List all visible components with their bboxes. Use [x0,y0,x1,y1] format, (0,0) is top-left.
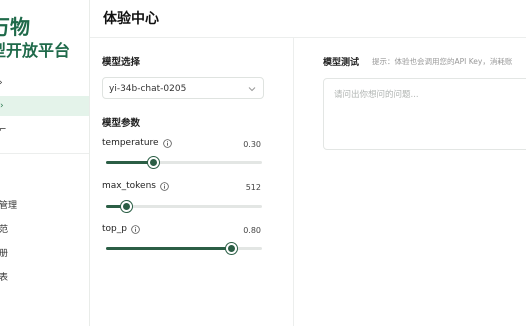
chevron-down-icon [248,87,256,92]
param-temperature-label: temperature [102,138,172,148]
model-settings-panel: 模型选择 yi-34b-chat-0205 模型参数 temperature 0… [90,38,294,326]
info-icon[interactable] [160,181,169,191]
model-test-heading: 模型测试 [323,58,360,68]
model-select-value: yi-34b-chat-0205 [109,84,187,94]
sidebar-item-label: › [0,101,4,111]
sidebar-item-label: › [0,78,3,88]
model-select-heading: 模型选择 [102,57,141,68]
sidebar-item-label: 管理 [0,201,18,211]
max-tokens-slider[interactable] [106,201,262,212]
model-test-panel: 模型测试 提示：体验也会调用您的API Key，消耗账 [294,38,526,326]
sidebar-item-manual[interactable]: 册 [0,244,8,264]
sidebar-item-examples[interactable]: 范 [0,220,8,240]
slider-fill [106,161,153,164]
brand-subtitle: 型开放平台 [0,41,71,60]
sidebar-item-1[interactable]: › [0,73,3,93]
brand-title: 万物 [0,15,30,39]
temperature-slider[interactable] [106,157,262,168]
slider-thumb[interactable] [120,201,132,212]
param-max-tokens-value: 512 [245,183,261,192]
param-max-tokens-label: max_tokens [102,181,169,191]
sidebar-item-label: 范 [0,225,8,235]
param-temperature-value: 0.30 [243,140,261,149]
sidebar-item-label: 册 [0,249,8,259]
page-title: 体验中心 [103,11,159,27]
sidebar-item-management[interactable]: 管理 [0,196,17,216]
sidebar: 万物 型开放平台 › › ⌐ 管理 范 册 表 [0,0,90,326]
model-params-heading: 模型参数 [102,118,141,129]
param-top-p-value: 0.80 [243,226,261,235]
slider-thumb[interactable] [147,157,159,168]
param-name: temperature [102,138,159,148]
sidebar-item-label: ⌐ [0,125,7,135]
question-input[interactable] [323,78,526,150]
slider-thumb[interactable] [225,243,237,254]
info-icon[interactable] [131,224,140,234]
top-p-slider[interactable] [106,243,262,254]
page-header: 体验中心 [90,0,526,38]
model-select[interactable]: yi-34b-chat-0205 [102,77,264,99]
slider-fill [106,247,231,250]
sidebar-item-label: 表 [0,273,8,283]
api-key-hint: 提示：体验也会调用您的API Key，消耗账 [372,57,513,66]
param-name: top_p [102,224,127,234]
param-top-p-label: top_p [102,224,140,234]
sidebar-divider [0,153,89,154]
param-name: max_tokens [102,181,156,191]
sidebar-item-experience-center[interactable]: › [0,96,89,116]
sidebar-item-table[interactable]: 表 [0,268,8,288]
sidebar-item-3[interactable]: ⌐ [0,120,7,140]
info-icon[interactable] [162,138,172,148]
